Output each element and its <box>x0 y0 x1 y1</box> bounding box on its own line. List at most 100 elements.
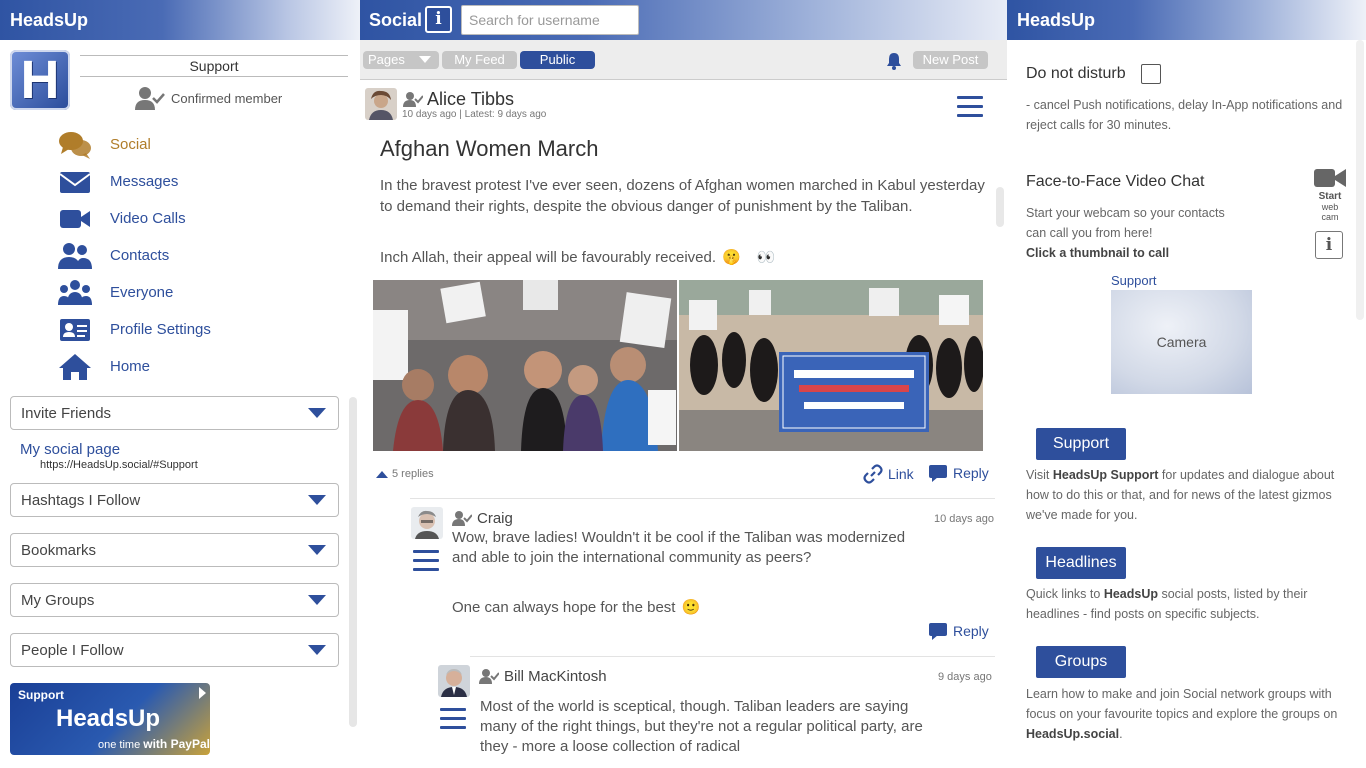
nav-messages[interactable]: Messages <box>58 163 211 200</box>
headlines-desc-bold: HeadsUp <box>1103 587 1158 601</box>
avatar[interactable] <box>438 665 470 697</box>
post-author[interactable]: Alice Tibbs <box>427 89 514 110</box>
chevron-down-icon <box>308 645 326 655</box>
video-chat-title: Face-to-Face Video Chat <box>1026 173 1205 190</box>
start-webcam-cam: cam <box>1321 212 1339 222</box>
user-check-icon <box>135 87 165 110</box>
my-social-page-link[interactable]: My social page <box>20 441 120 458</box>
left-scrollbar[interactable] <box>349 397 357 727</box>
do-not-disturb-label: Do not disturb <box>1026 65 1126 82</box>
paypal-line1: Support <box>18 688 64 702</box>
chevron-down-icon <box>308 595 326 605</box>
eyes-emoji-icon: 👀 <box>756 249 776 266</box>
info-button[interactable]: i <box>425 6 452 33</box>
public-button[interactable]: Public <box>520 51 595 69</box>
comment-menu-icon[interactable] <box>413 550 439 572</box>
bookmarks-label: Bookmarks <box>21 541 97 559</box>
replies-count: 5 replies <box>392 468 434 480</box>
nav-everyone-label: Everyone <box>110 284 174 301</box>
link-label: Link <box>888 466 914 482</box>
left-sidebar: HeadsUp H Support Confirmed member Socia… <box>0 0 360 768</box>
comment-reply-label: Reply <box>953 623 989 639</box>
replies-toggle[interactable]: 5 replies <box>376 468 434 480</box>
comment-reply-button[interactable]: Reply <box>928 622 989 640</box>
nav-everyone[interactable]: Everyone <box>58 274 211 311</box>
comment-timestamp: 9 days ago <box>938 671 992 683</box>
paypal-brand: with PayPal <box>143 737 210 751</box>
home-icon <box>59 353 91 380</box>
groups-button[interactable]: Groups <box>1036 646 1126 678</box>
comment-menu-icon[interactable] <box>440 708 466 730</box>
paypal-support-banner[interactable]: Support HeadsUp one time with PayPal <box>10 683 210 755</box>
my-social-page-url[interactable]: https://HeadsUp.social/#Support <box>40 459 198 471</box>
do-not-disturb-checkbox[interactable] <box>1141 64 1161 84</box>
protest-photo-1[interactable] <box>373 280 677 451</box>
pages-dropdown-button[interactable]: Pages <box>363 51 439 69</box>
nav-video-calls-label: Video Calls <box>110 210 186 227</box>
nav-contacts[interactable]: Contacts <box>58 237 211 274</box>
video-camera-icon <box>60 209 90 228</box>
headsup-logo[interactable]: H <box>10 50 70 110</box>
avatar[interactable] <box>365 88 397 120</box>
invite-friends-dropdown[interactable]: Invite Friends <box>10 396 339 430</box>
username-search-input[interactable] <box>461 5 639 35</box>
my-groups-label: My Groups <box>21 591 95 609</box>
people-follow-label: People I Follow <box>21 641 124 659</box>
right-scrollbar[interactable] <box>1356 40 1364 320</box>
link-button[interactable]: Link <box>863 464 914 484</box>
post-title: Afghan Women March <box>380 136 599 161</box>
paypal-line3: one time with PayPal <box>98 737 210 751</box>
groups-desc-pre: Learn how to make and join Social networ… <box>1026 687 1338 721</box>
avatar[interactable] <box>411 507 443 539</box>
post-menu-icon[interactable] <box>957 96 983 118</box>
bookmarks-dropdown[interactable]: Bookmarks <box>10 533 339 567</box>
contacts-icon <box>58 242 92 269</box>
protest-photo-2[interactable] <box>679 280 983 451</box>
hashtags-label: Hashtags I Follow <box>21 491 141 509</box>
comment-separator <box>470 656 995 657</box>
headlines-button[interactable]: Headlines <box>1036 547 1126 579</box>
nav-video-calls[interactable]: Video Calls <box>58 200 211 237</box>
nav-contacts-label: Contacts <box>110 247 170 264</box>
nav-messages-label: Messages <box>110 173 179 190</box>
groups-desc-post: . <box>1119 727 1123 741</box>
hashtags-dropdown[interactable]: Hashtags I Follow <box>10 483 339 517</box>
support-desc-pre: Visit <box>1026 468 1053 482</box>
comment-author[interactable]: Craig <box>477 510 513 527</box>
bell-icon[interactable] <box>885 52 903 70</box>
reply-button[interactable]: Reply <box>928 464 989 482</box>
invite-friends-label: Invite Friends <box>21 404 112 422</box>
comment-text-second: One can always hope for the best 🙂 <box>452 598 700 618</box>
my-feed-button[interactable]: My Feed <box>442 51 517 69</box>
people-follow-dropdown[interactable]: People I Follow <box>10 633 339 667</box>
alice-avatar-icon <box>365 88 397 120</box>
paypal-line2: HeadsUp <box>56 705 161 732</box>
webcam-icon[interactable] <box>1313 166 1347 190</box>
member-status-label: Confirmed member <box>171 90 283 106</box>
camera-user-label[interactable]: Support <box>1111 273 1157 288</box>
nav-home-label: Home <box>110 358 151 375</box>
chat-bubbles-icon <box>59 131 91 159</box>
craig-avatar-icon <box>411 507 443 539</box>
post-scrollbar[interactable] <box>996 187 1004 227</box>
protest-photo-1-image <box>373 280 677 451</box>
groups-description: Learn how to make and join Social networ… <box>1026 684 1348 744</box>
camera-thumbnail[interactable]: Camera <box>1111 290 1252 394</box>
my-groups-dropdown[interactable]: My Groups <box>10 583 339 617</box>
nav-home[interactable]: Home <box>58 348 211 385</box>
social-title: Social <box>369 10 423 30</box>
comment-author[interactable]: Bill MacKintosh <box>504 668 607 685</box>
support-desc-bold: HeadsUp Support <box>1052 468 1159 482</box>
new-post-button[interactable]: New Post <box>913 51 988 69</box>
left-header: HeadsUp <box>0 0 360 40</box>
nav-profile-settings[interactable]: Profile Settings <box>58 311 211 348</box>
nav-social[interactable]: Social <box>58 126 211 163</box>
post-timestamp: 10 days ago | Latest: 9 days ago <box>402 109 547 120</box>
support-button[interactable]: Support <box>1036 428 1126 460</box>
headlines-desc-pre: Quick links to <box>1026 587 1104 601</box>
envelope-icon <box>59 171 91 193</box>
link-icon <box>863 464 883 484</box>
video-info-button[interactable]: i <box>1315 231 1343 259</box>
profile-name: Support <box>80 55 348 77</box>
start-webcam-label[interactable]: Start web cam <box>1314 191 1346 223</box>
